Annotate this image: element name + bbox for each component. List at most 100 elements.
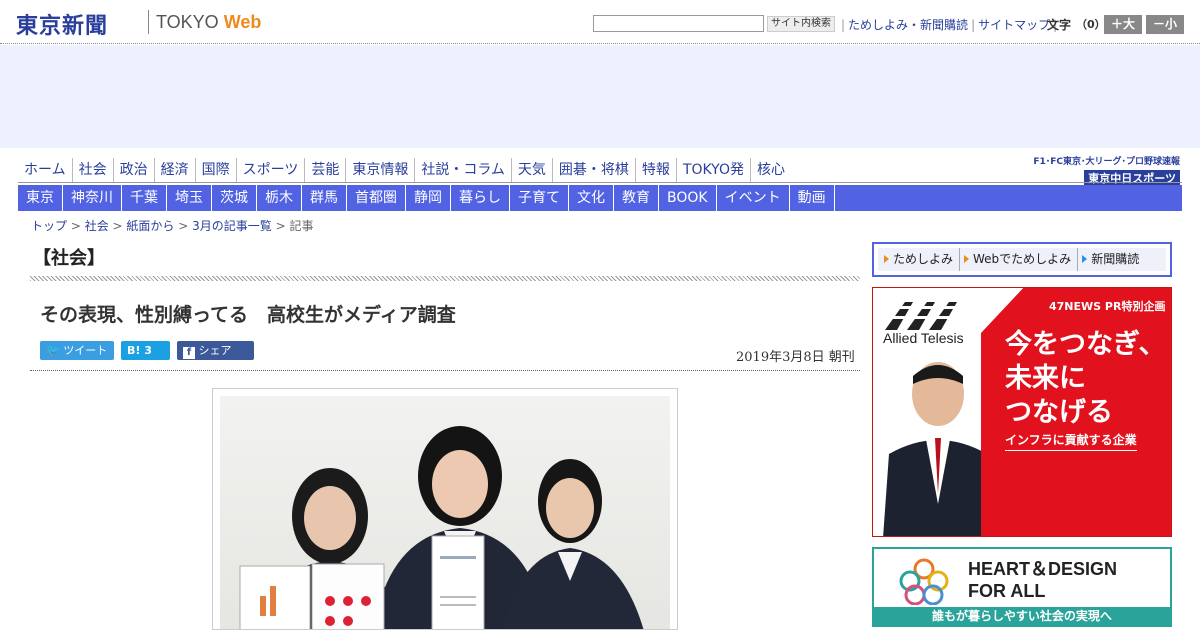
separator: |	[971, 18, 976, 32]
heart-design-tagline: 誰もが暮らしやすい社会の実現へ	[874, 607, 1170, 625]
ad-copy-line-3: つなげる	[1005, 397, 1113, 428]
twitter-icon: 🐦	[46, 344, 60, 357]
nav-sports[interactable]: スポーツ	[237, 158, 306, 182]
site-header: 東京新聞 TOKYO Web サイト内検索 | ためしよみ・新聞購読 | サイトマップ…	[0, 0, 1200, 44]
allied-telesis-ad[interactable]: Allied Telesis 47NEWS PR特別企画 今をつなぎ、 未来に …	[872, 287, 1172, 537]
regional-nav: 東京 神奈川 千葉 埼玉 茨城 栃木 群馬 首都圏 静岡 暮らし 子育て 文化 教育 BOOK イベント 動画	[18, 185, 1182, 211]
rnav-kyoiku[interactable]: 教育	[614, 185, 659, 211]
rnav-bunka[interactable]: 文化	[569, 185, 614, 211]
ad-copy-line-1: 今をつなぎ、	[1005, 329, 1166, 360]
ad-copy: 今をつなぎ、 未来に つなげる	[1005, 328, 1166, 430]
nav-go-shogi[interactable]: 囲碁・将棋	[553, 158, 636, 182]
photo-three-students	[220, 396, 670, 629]
trial-subscribe-link[interactable]: ためしよみ・新聞購読	[848, 18, 968, 32]
article-photo[interactable]	[212, 388, 678, 630]
logo-web-text: Web	[223, 12, 262, 32]
ad-copy-line-2: 未来に	[1005, 363, 1086, 394]
hatena-count: 3	[144, 344, 152, 357]
rnav-ibaraki[interactable]: 茨城	[212, 185, 257, 211]
allied-telesis-name: Allied Telesis	[883, 330, 964, 346]
separator: |	[841, 18, 846, 32]
logo-tokyo-text: TOKYO	[156, 12, 219, 32]
students-illustration	[239, 426, 644, 629]
ad-band-text: インフラに貢献する企業	[1005, 431, 1137, 451]
article-headline: その表現、性別縛ってる 高校生がメディア調査	[40, 304, 456, 326]
nav-tokyo-info[interactable]: 東京情報	[346, 158, 416, 182]
subscription-box: ためしよみ Webでためしよみ 新聞購読	[872, 242, 1172, 277]
rnav-kurashi[interactable]: 暮らし	[451, 185, 510, 211]
rnav-book[interactable]: BOOK	[659, 185, 717, 211]
breadcrumb-top[interactable]: トップ	[31, 219, 67, 233]
rnav-event[interactable]: イベント	[717, 185, 790, 211]
nav-kakushin[interactable]: 核心	[751, 158, 791, 182]
facebook-share-label: シェア	[198, 344, 232, 357]
nav-home[interactable]: ホーム	[18, 158, 73, 182]
section-divider	[30, 276, 860, 281]
arrow-icon	[1082, 255, 1088, 263]
font-smaller-button[interactable]: －小	[1146, 15, 1184, 34]
font-size-label: 文字	[1047, 18, 1072, 32]
breadcrumb-paper[interactable]: 紙面から	[126, 219, 174, 233]
site-search-input[interactable]	[593, 15, 764, 32]
nav-international[interactable]: 国際	[196, 158, 237, 182]
breadcrumb-society[interactable]: 社会	[85, 219, 109, 233]
font-size-count: （0）	[1076, 18, 1106, 31]
header-links: | ためしよみ・新聞購読 | サイトマップ |	[838, 16, 1060, 33]
rnav-tokyo[interactable]: 東京	[18, 185, 63, 211]
logo-tokyo-web[interactable]: TOKYO Web	[156, 12, 261, 33]
nav-tokyo-hatsu[interactable]: TOKYO発	[677, 158, 751, 182]
breadcrumb-current: 記事	[289, 219, 314, 233]
logo-tokyo-shimbun[interactable]: 東京新聞	[16, 8, 108, 40]
nav-editorial[interactable]: 社説・コラム	[415, 158, 512, 182]
rnav-video[interactable]: 動画	[790, 185, 835, 211]
web-trial-read-label: Webでためしよみ	[973, 252, 1072, 266]
subscribe-label: 新聞購読	[1091, 252, 1140, 266]
logo-divider	[148, 10, 149, 34]
rnav-saitama[interactable]: 埼玉	[167, 185, 212, 211]
heart-title-line-2: FOR ALL	[968, 581, 1046, 601]
nav-society[interactable]: 社会	[73, 158, 114, 182]
rnav-shizuoka[interactable]: 静岡	[406, 185, 451, 211]
breadcrumb: トップ > 社会 > 紙面から > 3月の記事一覧 > 記事	[31, 219, 314, 233]
facebook-icon: f	[183, 347, 195, 359]
chunichi-logo: 東京中日スポーツ	[1084, 170, 1180, 186]
hatena-icon: B!	[127, 344, 141, 357]
section-title: 【社会】	[33, 248, 105, 269]
trial-read-link[interactable]: ためしよみ	[884, 248, 961, 271]
nav-politics[interactable]: 政治	[114, 158, 155, 182]
chunichi-tagline: F1･FC東京･大リーグ･プロ野球速報	[1033, 157, 1180, 167]
rnav-chiba[interactable]: 千葉	[122, 185, 167, 211]
businessman-photo	[883, 362, 993, 536]
rnav-kosodate[interactable]: 子育て	[510, 185, 569, 211]
tweet-label: ツイート	[63, 344, 108, 357]
arrow-icon	[884, 255, 889, 263]
rnav-shutoken[interactable]: 首都圏	[347, 185, 406, 211]
ad-47news-badge: 47NEWS PR特別企画	[1049, 300, 1166, 313]
site-search-button[interactable]: サイト内検索	[767, 16, 835, 32]
nav-weather[interactable]: 天気	[512, 158, 553, 182]
web-trial-read-link[interactable]: Webでためしよみ	[964, 248, 1079, 271]
sitemap-link[interactable]: サイトマップ	[978, 18, 1050, 32]
hatena-bookmark-button[interactable]: B! 3	[121, 341, 170, 360]
breadcrumb-march-list[interactable]: 3月の記事一覧	[192, 219, 272, 233]
heart-title-line-1: HEART＆DESIGN	[968, 559, 1118, 579]
tweet-button[interactable]: 🐦 ツイート	[40, 341, 114, 360]
rnav-kanagawa[interactable]: 神奈川	[63, 185, 122, 211]
flower-logo-icon	[899, 558, 949, 605]
rnav-tochigi[interactable]: 栃木	[257, 185, 302, 211]
rnav-gunma[interactable]: 群馬	[302, 185, 347, 211]
nav-entertainment[interactable]: 芸能	[305, 158, 347, 182]
allied-telesis-logo-icon	[883, 302, 973, 330]
subscription-links: ためしよみ Webでためしよみ 新聞購読	[878, 248, 1166, 271]
facebook-share-button[interactable]: f シェア 18	[177, 341, 254, 376]
nav-economy[interactable]: 経済	[155, 158, 196, 182]
heart-design-ad[interactable]: HEART＆DESIGN FOR ALL 誰もが暮らしやすい社会の実現へ	[872, 547, 1172, 627]
arrow-icon	[964, 255, 970, 263]
subscribe-link[interactable]: 新聞購読	[1082, 248, 1145, 271]
nav-tokuho[interactable]: 特報	[636, 158, 677, 182]
font-larger-button[interactable]: ＋大	[1104, 15, 1142, 34]
top-ad-banner[interactable]	[0, 45, 1200, 148]
trial-read-label: ためしよみ	[893, 252, 954, 266]
article-date: 2019年3月8日 朝刊	[736, 350, 855, 365]
nav-divider	[18, 182, 1182, 183]
